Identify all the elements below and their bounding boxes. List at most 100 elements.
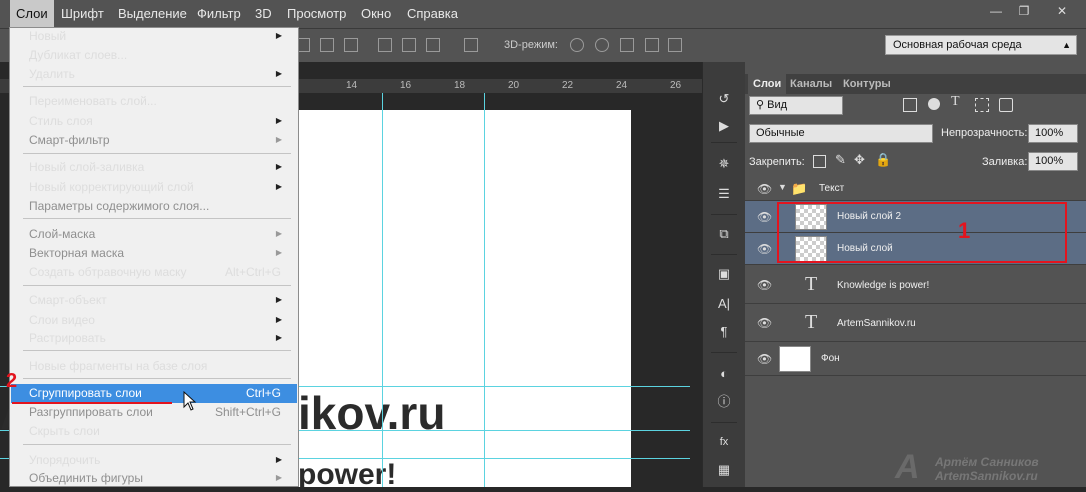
filter-pixel-icon[interactable]: [903, 98, 917, 112]
lock-all-icon[interactable]: 🔒: [875, 152, 891, 168]
panel-tabs: Слои Каналы Контуры: [745, 74, 1086, 94]
rotate-3d-icon[interactable]: [570, 38, 584, 52]
submenu-arrow-icon: ▶︎: [275, 182, 282, 191]
scale-3d-icon[interactable]: [668, 38, 682, 52]
lock-brush-icon[interactable]: ✎: [835, 152, 846, 168]
menu-item-label: Объединить фигуры: [29, 471, 143, 485]
layer-row-text-domain[interactable]: 👁 T ArtemSannikov.ru: [745, 304, 1086, 342]
menu-item-arrange[interactable]: Упорядочить ▶︎: [29, 451, 289, 469]
visibility-eye-icon[interactable]: 👁: [757, 316, 772, 330]
visibility-eye-icon[interactable]: 👁: [757, 210, 772, 224]
roll-3d-icon[interactable]: [595, 38, 609, 52]
visibility-eye-icon[interactable]: 👁: [757, 352, 772, 366]
filter-adjustment-icon[interactable]: [928, 98, 940, 110]
align-vcenter-icon[interactable]: [320, 38, 334, 52]
menu-item-layer-style[interactable]: Стиль слоя ▶︎: [29, 112, 289, 130]
align-left-icon[interactable]: [378, 38, 392, 52]
history-icon[interactable]: ↺: [714, 89, 734, 109]
close-icon[interactable]: ✕: [1042, 3, 1082, 19]
layer-filter-select[interactable]: ⚲ Вид: [749, 96, 843, 115]
menu-item-clipping-mask[interactable]: Создать обтравочную маску Alt+Ctrl+G: [29, 263, 289, 281]
layer-row-text-knowledge[interactable]: 👁 T Knowledge is power!: [745, 266, 1086, 304]
menu-item-layer-mask: Слой-маска ▶︎: [29, 225, 289, 243]
menu-item-smart-object[interactable]: Смарт-объект ▶︎: [29, 291, 289, 309]
menu-layers[interactable]: Слои: [10, 0, 54, 28]
text-layer-icon: T: [805, 273, 818, 295]
menu-item-delete[interactable]: Удалить ▶︎: [29, 65, 289, 83]
align-right-icon[interactable]: [426, 38, 440, 52]
menu-item-new-slices[interactable]: Новые фрагменты на базе слоя: [29, 357, 289, 375]
menu-3d[interactable]: 3D: [249, 0, 278, 28]
menu-help[interactable]: Справка: [401, 0, 464, 28]
clone-source-icon[interactable]: ☰: [714, 184, 734, 204]
character-icon[interactable]: A|: [714, 294, 734, 314]
visibility-eye-icon[interactable]: 👁: [757, 278, 772, 292]
guide-vertical[interactable]: [484, 93, 485, 487]
align-hcenter-icon[interactable]: [402, 38, 416, 52]
menu-view[interactable]: Просмотр: [281, 0, 352, 28]
menu-item-label: Создать обтравочную маску: [29, 265, 187, 279]
submenu-arrow-icon: ▶︎: [275, 229, 282, 238]
layer-row-background[interactable]: 👁 Фон: [745, 342, 1086, 376]
menu-item-rename[interactable]: Переименовать слой...: [29, 92, 289, 110]
menu-item-duplicate[interactable]: Дубликат слоев...: [29, 46, 289, 64]
menu-separator: [23, 218, 291, 219]
menu-item-video-layers[interactable]: Слои видео ▶︎: [29, 311, 289, 329]
align-bottom-icon[interactable]: [344, 38, 358, 52]
lock-transparent-icon[interactable]: [813, 155, 826, 168]
3d-icon[interactable]: ▣: [714, 264, 734, 284]
slide-3d-icon[interactable]: [645, 38, 659, 52]
lock-label: Закрепить:: [749, 156, 805, 168]
submenu-arrow-icon: ▶︎: [275, 455, 282, 464]
menu-item-new[interactable]: Новый ▶︎: [29, 27, 289, 45]
tool-separator: [711, 214, 737, 215]
fill-input[interactable]: 100%: [1028, 152, 1078, 171]
filter-type-icon[interactable]: T: [951, 94, 960, 110]
auto-align-icon[interactable]: [464, 38, 478, 52]
group-expand-icon[interactable]: ▼: [778, 182, 787, 192]
navigator-icon[interactable]: ◐: [714, 364, 734, 384]
workspace-select[interactable]: Основная рабочая среда ▲︎: [885, 35, 1077, 55]
lock-position-icon[interactable]: ✥: [854, 152, 865, 168]
menu-item-label: Новый слой-заливка: [29, 160, 145, 174]
guide-vertical[interactable]: [382, 93, 383, 487]
layer-comps-icon[interactable]: ⧉: [714, 224, 734, 244]
menu-window[interactable]: Окно: [355, 0, 397, 28]
layer-row-group[interactable]: 👁 ▼ 📁 Текст: [745, 177, 1086, 201]
menu-type[interactable]: Шрифт: [55, 0, 110, 28]
fill-value: 100%: [1035, 155, 1064, 167]
menu-item-label: Новые фрагменты на базе слоя: [29, 359, 208, 373]
menu-item-group-layers[interactable]: Сгруппировать слои Ctrl+G: [29, 384, 289, 402]
opacity-input[interactable]: 100%: [1028, 124, 1078, 143]
menu-select[interactable]: Выделение: [112, 0, 193, 28]
brush-settings-icon[interactable]: ✵: [714, 154, 734, 174]
workspace-value: Основная рабочая среда: [893, 39, 1022, 51]
minimize-icon[interactable]: —: [983, 3, 1009, 19]
info-icon[interactable]: ⓘ: [714, 392, 734, 412]
play-icon[interactable]: ▶︎: [714, 116, 734, 136]
tab-paths[interactable]: Контуры: [838, 74, 896, 94]
filter-smart-object-icon[interactable]: [999, 98, 1013, 112]
submenu-arrow-icon: ▶︎: [275, 69, 282, 78]
menu-item-hide-layers[interactable]: Скрыть слои: [29, 422, 289, 440]
visibility-eye-icon[interactable]: 👁: [757, 242, 772, 256]
ruler-tick: 20: [508, 80, 520, 91]
menu-filter[interactable]: Фильтр: [191, 0, 247, 28]
filter-shape-icon[interactable]: [975, 98, 989, 112]
menu-item-new-adjustment-layer[interactable]: Новый корректирующий слой ▶︎: [29, 178, 289, 196]
menu-separator: [23, 444, 291, 445]
submenu-arrow-icon: ▶︎: [275, 333, 282, 342]
menu-item-new-fill-layer[interactable]: Новый слой-заливка ▶︎: [29, 158, 289, 176]
tab-channels[interactable]: Каналы: [785, 74, 837, 94]
pan-3d-icon[interactable]: [620, 38, 634, 52]
fx-styles-icon[interactable]: fx: [714, 432, 734, 452]
tab-layers[interactable]: Слои: [748, 74, 787, 94]
watermark-logo-icon: A: [895, 448, 920, 486]
mouse-cursor-icon: [183, 390, 197, 414]
swatches-icon[interactable]: ▦: [714, 460, 734, 480]
visibility-eye-icon[interactable]: 👁: [757, 182, 772, 196]
menu-item-rasterize[interactable]: Растрировать ▶︎: [29, 329, 289, 347]
blend-mode-select[interactable]: Обычные: [749, 124, 933, 143]
restore-icon[interactable]: ❐: [1011, 3, 1037, 19]
paragraph-icon[interactable]: ¶: [714, 322, 734, 342]
